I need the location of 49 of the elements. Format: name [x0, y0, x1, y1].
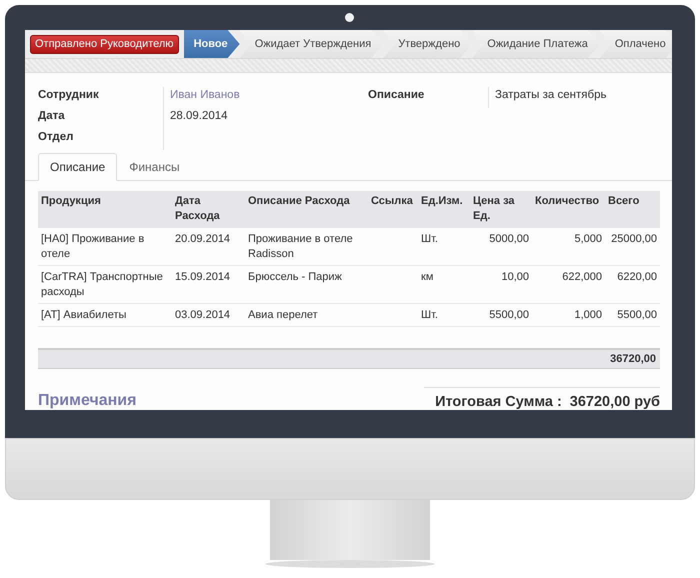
field-label: Отдел	[38, 128, 164, 150]
field-value: Затраты за сентябрь	[494, 88, 606, 103]
column-header[interactable]: Описание Расхода	[245, 190, 368, 228]
table-cell: [HA0] Проживание в отеле	[41, 232, 144, 260]
table-cell: Брюссель - Париж	[248, 270, 342, 283]
column-header[interactable]: Ссылка	[368, 190, 418, 228]
table-cell: 1,000	[574, 308, 602, 321]
status-button[interactable]: Отправлено Руководителю	[30, 34, 179, 54]
table-cell: 15.09.2014	[175, 270, 230, 283]
table-cell: Шт.	[421, 232, 438, 245]
table-cell: Проживание в отеле Radisson	[248, 232, 353, 260]
stage-step[interactable]: Ожидает Утверждения	[240, 30, 384, 58]
column-header[interactable]: Цена за Ед.	[470, 190, 532, 228]
table-cell: Авиа перелет	[248, 308, 318, 321]
table-total: 36720,00	[610, 352, 657, 365]
table-cell: 622,000	[562, 270, 602, 283]
stage-step[interactable]: Новое	[184, 30, 240, 58]
tab[interactable]: Описание	[38, 152, 118, 181]
table-cell: 5500,00	[617, 308, 657, 321]
column-header[interactable]: Продукция	[38, 190, 172, 228]
grand-total-label: Итоговая Сумма :	[435, 394, 562, 410]
tab[interactable]: Финансы	[117, 152, 192, 181]
table-cell: 6220,00	[617, 270, 657, 283]
field-label: Сотрудник	[38, 86, 164, 108]
field-value: 28.09.2014	[169, 108, 228, 124]
table-cell: 25000,00	[611, 232, 657, 245]
field-label: Описание	[368, 86, 489, 108]
table-cell: 20.09.2014	[175, 232, 230, 245]
column-header[interactable]: Дата Расхода	[172, 190, 245, 228]
stage-step[interactable]: Оплачено	[600, 30, 672, 58]
employee-link[interactable]: Иван Иванов	[164, 86, 240, 108]
notes-heading: Примечания	[38, 392, 136, 410]
stage-step[interactable]: Утверждено	[383, 30, 472, 58]
field-label: Дата	[38, 108, 164, 129]
table-cell: 5,000	[574, 232, 602, 245]
table-cell: Шт.	[421, 308, 438, 321]
table-cell: 03.09.2014	[175, 308, 230, 321]
camera-icon	[345, 13, 354, 22]
table-cell: 5500,00	[489, 308, 529, 321]
table-cell: км	[421, 270, 434, 283]
table-cell: [AT] Авиабилеты	[41, 308, 126, 321]
column-header[interactable]: Всего	[605, 190, 660, 228]
stage-step[interactable]: Ожидание Платежа	[472, 30, 600, 58]
grand-total-value: 36720,00 руб	[570, 394, 660, 410]
column-header[interactable]: Ед.Изм.	[418, 190, 470, 228]
table-cell: [CarTRA] Транспортные расходы	[41, 270, 163, 298]
table-cell: 5000,00	[489, 232, 529, 245]
table-cell: 10,00	[501, 270, 529, 283]
column-header[interactable]: Количество	[532, 190, 605, 228]
